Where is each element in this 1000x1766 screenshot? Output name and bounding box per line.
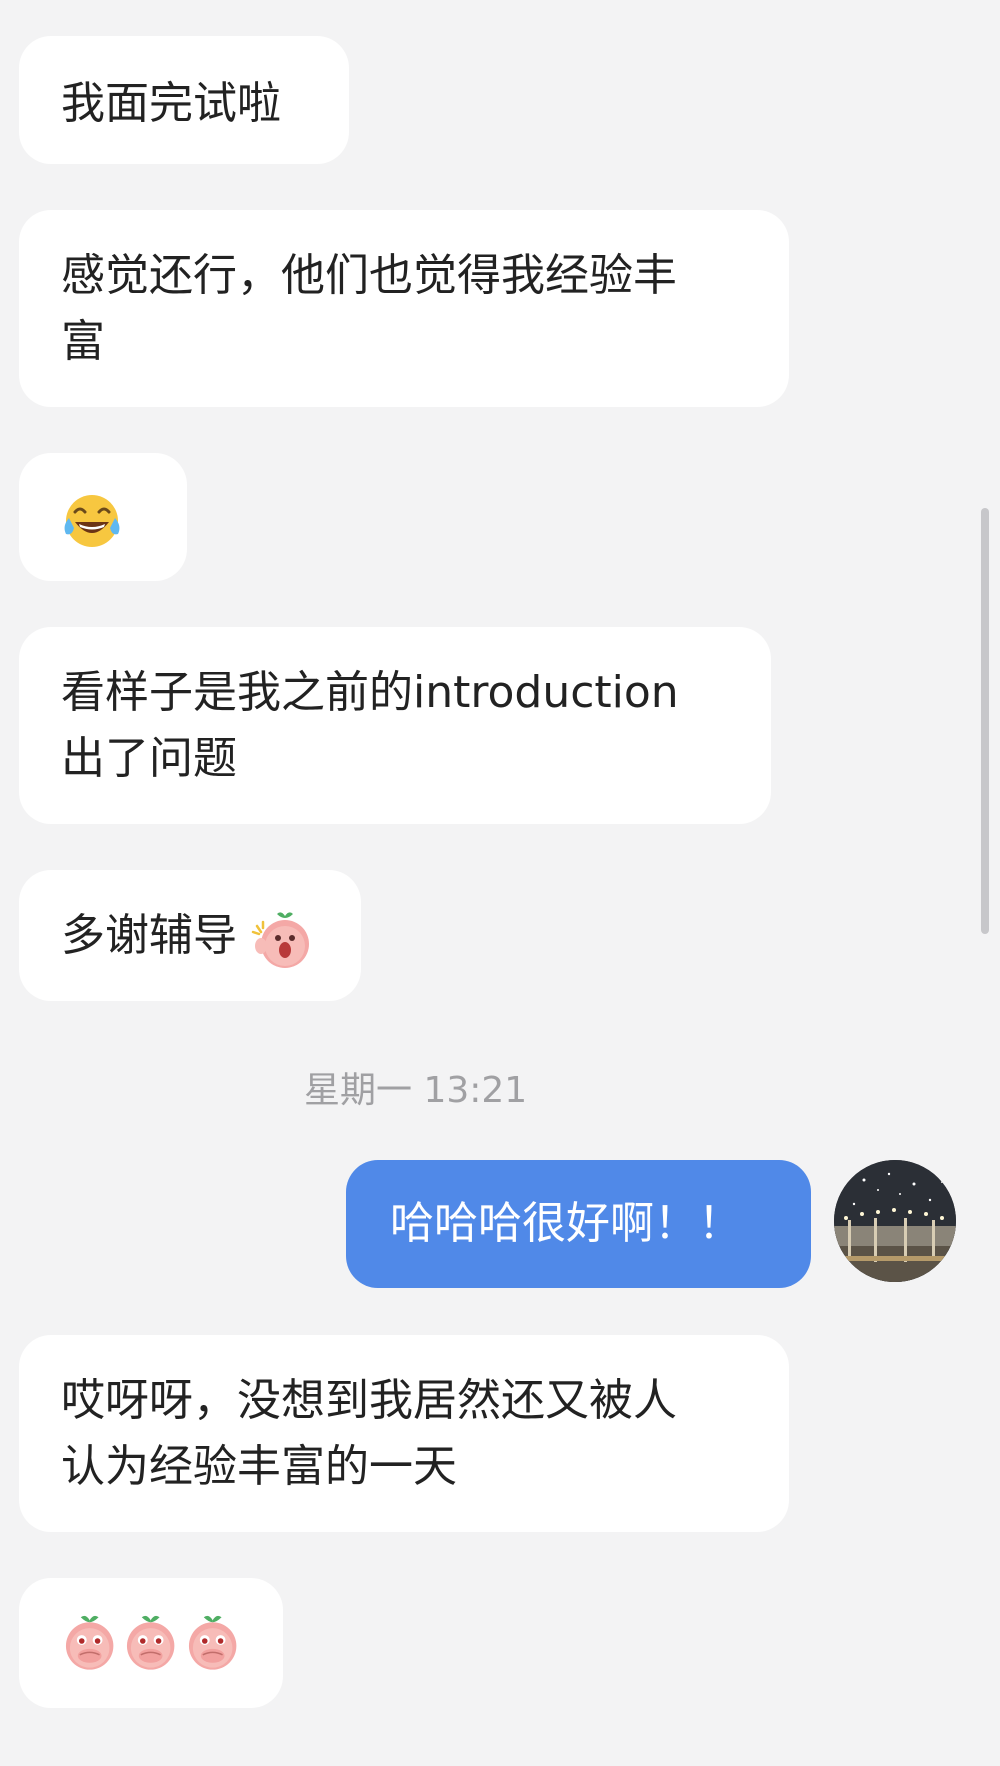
- message-bubble[interactable]: 看样子是我之前的introduction 出了问题: [19, 627, 771, 824]
- peach-covering-mouth-sticker: [127, 1615, 175, 1670]
- message-bubble[interactable]: 哎呀呀，没想到我居然还又被人 认为经验丰富的一天: [19, 1335, 789, 1532]
- chat-view[interactable]: 我面完试啦 感觉还行，他们也觉得我经验丰 富 看样子是我之前的introduct…: [0, 0, 1000, 1766]
- message-text: 多谢辅导: [61, 910, 237, 961]
- message-text: 看样子是我之前的introduction: [61, 667, 679, 718]
- user-avatar[interactable]: [834, 1160, 956, 1282]
- message-text: 出了问题: [61, 733, 237, 784]
- message-text: 哈哈哈很好啊！！: [390, 1198, 742, 1249]
- message-text: 富: [61, 316, 105, 367]
- message-timestamp: 星期一 13:21: [304, 1070, 528, 1111]
- peach-surprised-sticker: [251, 912, 309, 968]
- peach-covering-mouth-sticker: [188, 1615, 237, 1670]
- message-text: 我面完试啦: [61, 78, 281, 129]
- sticker-row: [61, 1608, 241, 1674]
- message-bubble[interactable]: [19, 1578, 283, 1708]
- tears-of-joy-emoji: [64, 495, 120, 547]
- message-text: 感觉还行，他们也觉得我经验丰: [61, 250, 677, 301]
- message-bubble[interactable]: 我面完试啦: [19, 36, 349, 164]
- message-text: 哎呀呀，没想到我居然还又被人: [61, 1375, 677, 1426]
- message-bubble[interactable]: [19, 453, 187, 581]
- message-bubble[interactable]: 多谢辅导: [19, 870, 361, 1001]
- message-bubble-outgoing[interactable]: 哈哈哈很好啊！！: [346, 1160, 811, 1288]
- peach-covering-mouth-sticker: [65, 1615, 114, 1670]
- scrollbar[interactable]: [981, 508, 989, 934]
- message-bubble[interactable]: 感觉还行，他们也觉得我经验丰 富: [19, 210, 789, 407]
- avatar-image: [834, 1160, 956, 1282]
- message-text: 认为经验丰富的一天: [61, 1441, 457, 1492]
